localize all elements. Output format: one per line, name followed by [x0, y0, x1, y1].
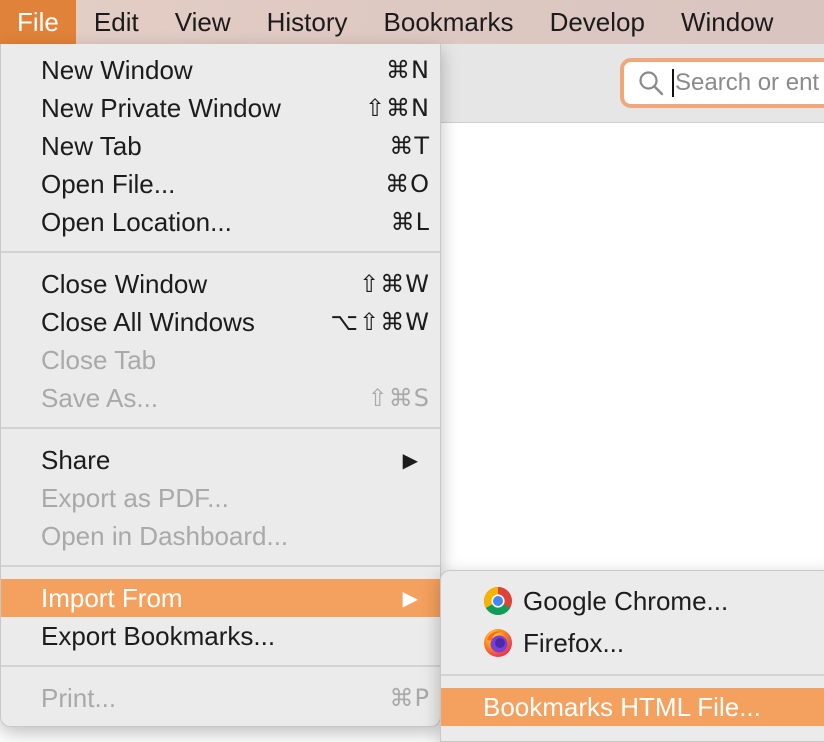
chrome-icon	[484, 587, 512, 615]
shortcut: ⌘P	[389, 684, 430, 712]
menubar-bookmarks[interactable]: Bookmarks	[366, 0, 532, 44]
menu-item-label: Print...	[41, 682, 117, 713]
menu-item-label: New Private Window	[41, 92, 281, 123]
import-from-submenu: Google Chrome... Firefox... Bookmarks HT…	[440, 570, 824, 742]
menu-item-label: Share	[41, 444, 111, 475]
menu-separator	[1, 665, 440, 667]
menu-bar: File Edit View History Bookmarks Develop…	[0, 0, 824, 44]
menu-item-open-in-dashboard: Open in Dashboard...	[1, 517, 440, 555]
firefox-icon	[484, 629, 512, 657]
search-input[interactable]: Search or ent	[620, 58, 824, 108]
menu-item-close-window[interactable]: Close Window ⇧⌘W	[1, 265, 440, 303]
menu-item-label: Close Window	[41, 268, 208, 299]
menubar-history[interactable]: History	[249, 0, 366, 44]
shortcut: ⌘T	[389, 132, 430, 160]
shortcut: ⇧⌘W	[359, 270, 430, 298]
menubar-develop[interactable]: Develop	[532, 0, 663, 44]
submenu-item-google-chrome[interactable]: Google Chrome...	[441, 582, 824, 620]
shortcut: ⌘N	[386, 56, 430, 84]
menu-item-label: Firefox...	[523, 627, 625, 658]
menu-item-save-as: Save As... ⇧⌘S	[1, 379, 440, 417]
menubar-view[interactable]: View	[157, 0, 249, 44]
menu-item-label: New Window	[41, 54, 193, 85]
search-icon	[639, 71, 664, 96]
menu-item-close-all-windows[interactable]: Close All Windows ⌥⇧⌘W	[1, 303, 440, 341]
menu-item-export-bookmarks[interactable]: Export Bookmarks...	[1, 617, 440, 655]
menu-item-import-from[interactable]: Import From ▶	[1, 579, 440, 617]
menu-item-new-tab[interactable]: New Tab ⌘T	[1, 127, 440, 165]
menu-separator	[1, 565, 440, 567]
menubar-window[interactable]: Window	[663, 0, 791, 44]
submenu-arrow-icon: ▶	[402, 586, 418, 610]
shortcut: ⇧⌘S	[367, 384, 430, 412]
menu-item-new-private-window[interactable]: New Private Window ⇧⌘N	[1, 89, 440, 127]
menubar-edit[interactable]: Edit	[76, 0, 157, 44]
menu-item-label: New Tab	[41, 130, 142, 161]
menu-item-label: Google Chrome...	[523, 585, 729, 616]
text-caret	[672, 69, 674, 97]
menu-item-close-tab: Close Tab	[1, 341, 440, 379]
menu-item-label: Close Tab	[41, 344, 157, 375]
search-placeholder: Search or ent	[675, 69, 820, 96]
shortcut: ⌘L	[390, 208, 430, 236]
menu-item-open-location[interactable]: Open Location... ⌘L	[1, 203, 440, 241]
menu-item-share[interactable]: Share ▶	[1, 441, 440, 479]
menu-item-label: Open Location...	[41, 206, 232, 237]
menu-item-label: Import From	[41, 582, 183, 613]
menu-item-label: Export as PDF...	[41, 482, 229, 513]
menu-item-export-pdf: Export as PDF...	[1, 479, 440, 517]
file-menu: New Window ⌘N New Private Window ⇧⌘N New…	[0, 44, 441, 727]
menu-separator	[1, 251, 440, 253]
menu-item-label: Export Bookmarks...	[41, 620, 276, 651]
menu-item-label: Open File...	[41, 168, 176, 199]
menu-item-label: Open in Dashboard...	[41, 520, 289, 551]
menubar-file[interactable]: File	[0, 0, 76, 44]
submenu-item-firefox[interactable]: Firefox...	[441, 624, 824, 662]
menu-item-open-file[interactable]: Open File... ⌘O	[1, 165, 440, 203]
submenu-item-bookmarks-html-file[interactable]: Bookmarks HTML File...	[441, 688, 824, 726]
menu-item-print: Print... ⌘P	[1, 679, 440, 717]
menu-separator	[441, 674, 824, 676]
menu-separator	[1, 427, 440, 429]
shortcut: ⇧⌘N	[364, 94, 430, 122]
submenu-arrow-icon: ▶	[402, 448, 418, 472]
menu-item-new-window[interactable]: New Window ⌘N	[1, 51, 440, 89]
menu-item-label: Bookmarks HTML File...	[483, 691, 761, 722]
menu-item-label: Close All Windows	[41, 306, 255, 337]
shortcut: ⌘O	[385, 170, 430, 198]
menu-item-label: Save As...	[41, 382, 159, 413]
shortcut: ⌥⇧⌘W	[330, 308, 430, 336]
